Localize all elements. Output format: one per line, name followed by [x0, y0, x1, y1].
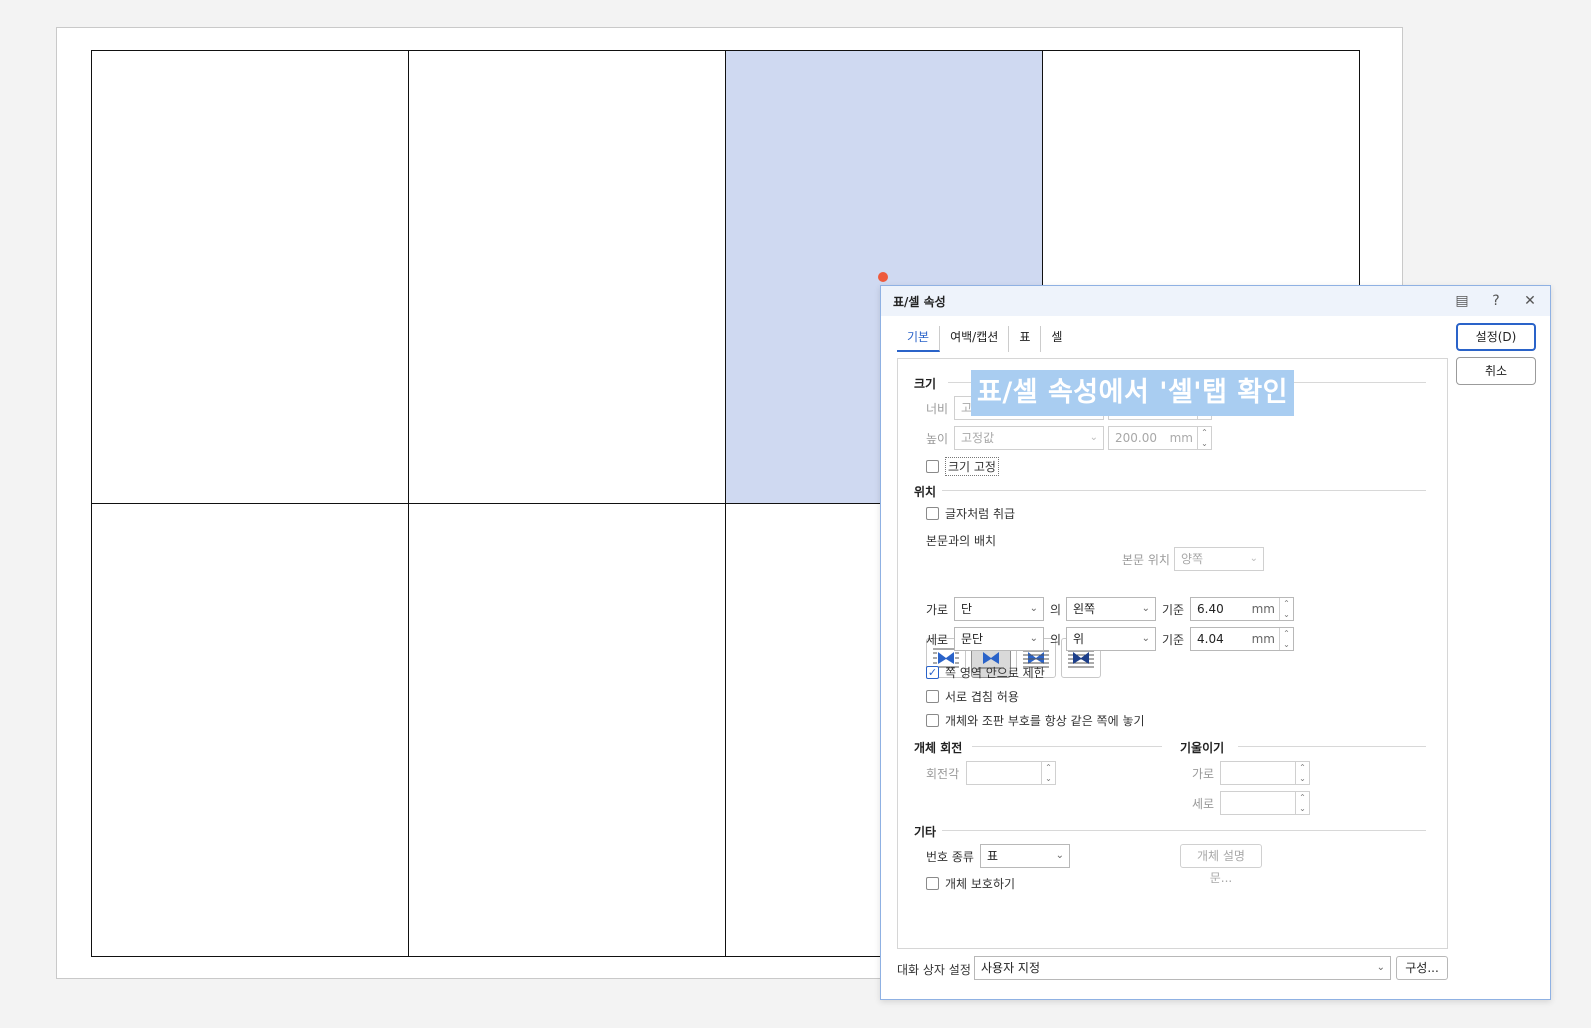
horiz-ref-select[interactable]: 단 ⌄	[954, 597, 1044, 621]
text-position-select[interactable]: 양쪽 ⌄	[1174, 547, 1264, 571]
divider	[972, 746, 1162, 747]
tab-cell[interactable]: 셀	[1041, 326, 1072, 352]
cursor-marker	[878, 272, 888, 282]
protect-object-checkbox[interactable]: 개체 보호하기	[926, 875, 1015, 892]
vert-label: 세로	[926, 633, 949, 647]
vert-offset-input[interactable]: 4.04 mm ⌃ ⌄	[1190, 627, 1294, 651]
dialog-titlebar: 표/셀 속성 ▤ ? ✕	[881, 286, 1550, 316]
divider	[942, 830, 1426, 831]
horiz-offset-input[interactable]: 6.40 mm ⌃ ⌄	[1190, 597, 1294, 621]
dialog-tabs: 기본 여백/캡션 표 셀	[897, 326, 1072, 352]
tab-table[interactable]: 표	[1009, 326, 1042, 352]
fix-size-checkbox[interactable]: 크기 고정	[926, 457, 999, 476]
treat-as-char-checkbox[interactable]: 글자처럼 취급	[926, 505, 1015, 522]
close-icon[interactable]: ✕	[1522, 293, 1538, 309]
angle-label: 회전각	[926, 767, 960, 781]
dialog-settings-select[interactable]: 사용자 지정 ⌄	[974, 956, 1391, 980]
table-cell[interactable]	[91, 50, 409, 504]
comment-icon[interactable]: ▤	[1454, 293, 1470, 309]
vert-side-select[interactable]: 위 ⌄	[1066, 627, 1156, 651]
skew-vert-label: 세로	[1192, 797, 1215, 811]
table-cell[interactable]	[408, 503, 726, 957]
height-value-input[interactable]: 200.00 mm ⌃ ⌄	[1108, 426, 1212, 450]
section-position: 위치	[914, 485, 937, 499]
number-type-select[interactable]: 표 ⌄	[980, 844, 1070, 868]
of-label: 의	[1050, 603, 1062, 617]
checkbox-box	[926, 460, 939, 473]
height-mode-select[interactable]: 고정값 ⌄	[954, 426, 1104, 450]
horiz-label: 가로	[926, 603, 949, 617]
vert-ref-select[interactable]: 문단 ⌄	[954, 627, 1044, 651]
divider	[1238, 746, 1426, 747]
allow-overlap-checkbox[interactable]: 서로 겹침 허용	[926, 688, 1019, 705]
object-description-button[interactable]: 개체 설명문...	[1180, 844, 1262, 885]
skew-vert-input[interactable]: ⌃ ⌄	[1220, 791, 1310, 815]
skew-horiz-input[interactable]: ⌃ ⌄	[1220, 761, 1310, 785]
dialog-title: 표/셀 속성	[893, 294, 946, 309]
width-label: 너비	[926, 402, 949, 416]
base-label: 기준	[1162, 603, 1185, 617]
cancel-button[interactable]: 취소	[1456, 357, 1536, 385]
basic-tab-panel: 크기 너비 고정값⌄ ⌃⌄ 높이 고정값⌄ 200.00 mm ⌃⌄ 크기 고정…	[897, 358, 1448, 949]
skew-horiz-label: 가로	[1192, 767, 1215, 781]
section-skew: 기울이기	[1180, 741, 1225, 755]
config-button[interactable]: 구성...	[1396, 956, 1448, 980]
section-rotation: 개체 회전	[914, 741, 963, 755]
section-size: 크기	[914, 377, 937, 391]
arrange-label: 본문과의 배치	[926, 534, 997, 548]
horiz-side-select[interactable]: 왼쪽 ⌄	[1066, 597, 1156, 621]
text-position-label: 본문 위치	[1122, 553, 1170, 567]
dialog-settings-label: 대화 상자 설정	[897, 963, 971, 977]
section-etc: 기타	[914, 825, 937, 839]
of-label: 의	[1050, 633, 1062, 647]
tab-basic[interactable]: 기본	[897, 326, 941, 352]
table-cell[interactable]	[408, 50, 726, 504]
table-cell[interactable]	[91, 503, 409, 957]
divider	[942, 490, 1426, 491]
ok-button[interactable]: 설정(D)	[1456, 323, 1536, 351]
base-label: 기준	[1162, 633, 1185, 647]
height-label: 높이	[926, 432, 949, 446]
instruction-caption: 표/셀 속성에서 '셀'탭 확인	[971, 370, 1294, 416]
same-page-checkbox[interactable]: 개체와 조판 부호를 항상 같은 쪽에 놓기	[926, 712, 1145, 729]
rotation-angle-input[interactable]: ⌃ ⌄	[966, 761, 1056, 785]
tab-margin-caption[interactable]: 여백/캡션	[940, 326, 1010, 352]
help-icon[interactable]: ?	[1488, 293, 1504, 309]
number-type-label: 번호 종류	[926, 850, 974, 864]
restrict-to-page-checkbox[interactable]: ✓ 쪽 영역 안으로 제한	[926, 664, 1045, 681]
